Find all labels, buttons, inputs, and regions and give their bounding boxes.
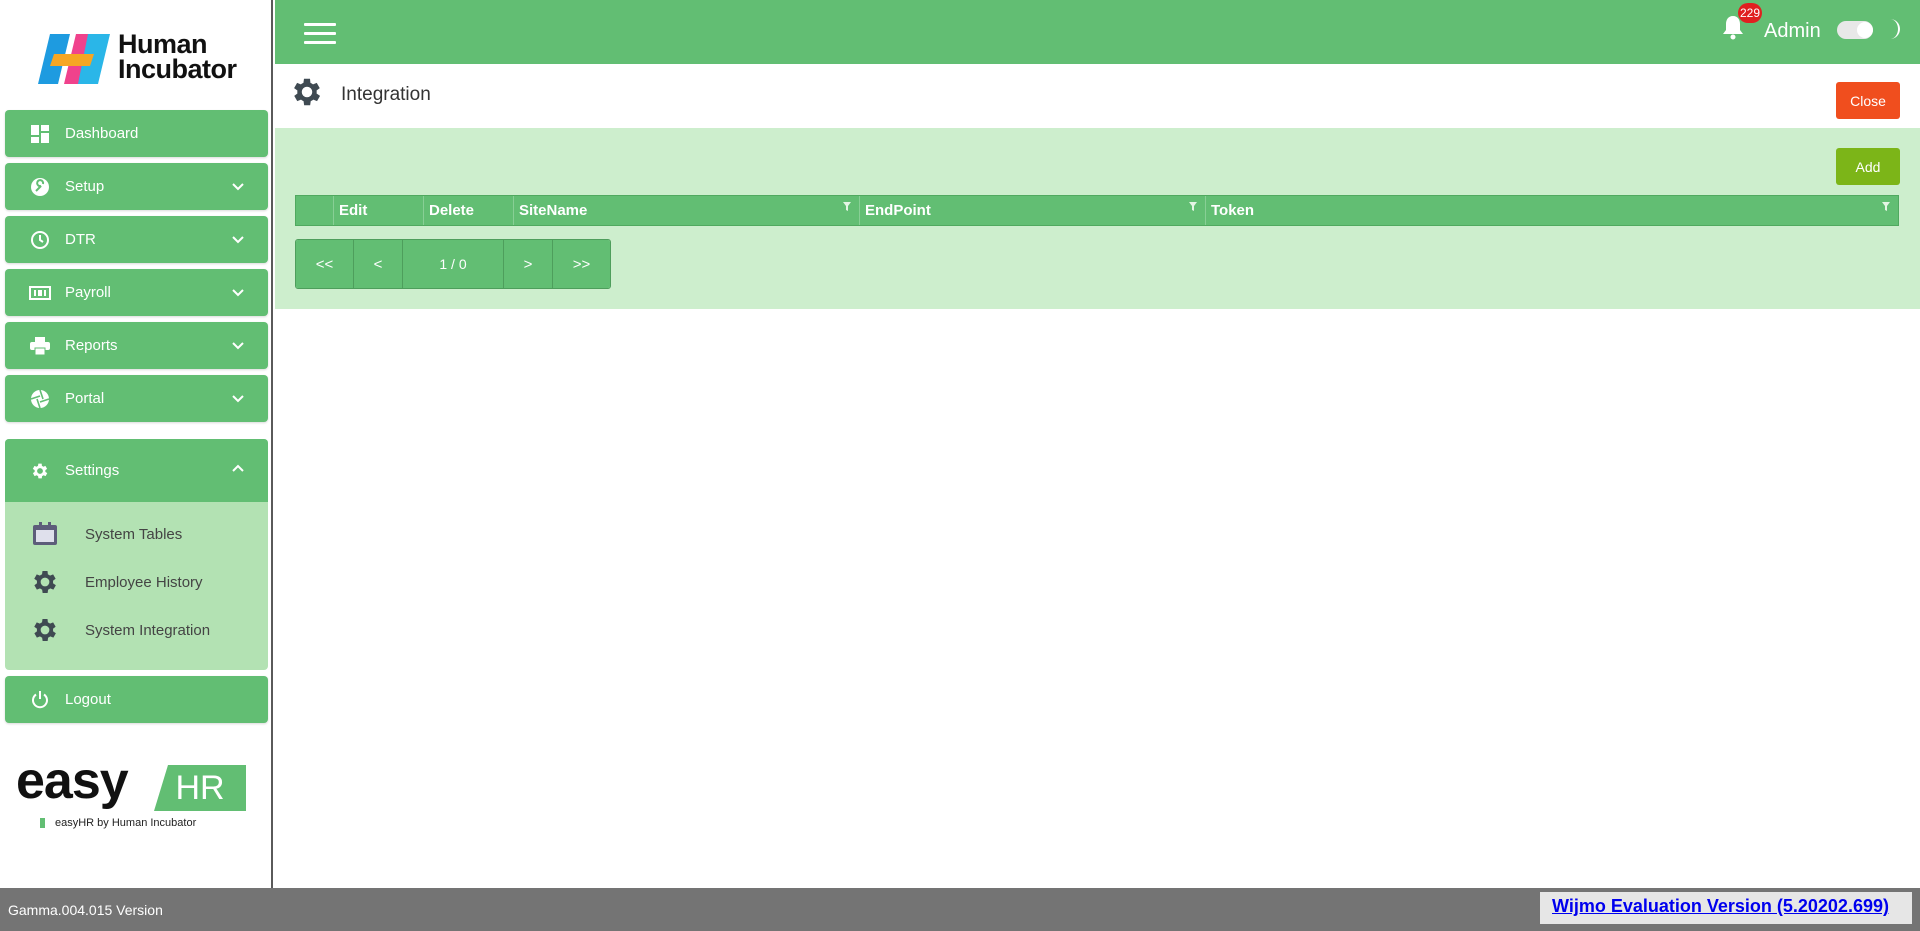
- next-page-label: >: [523, 255, 533, 273]
- gear-icon: [29, 460, 51, 482]
- column-header-sitename[interactable]: SiteName: [514, 196, 860, 225]
- previous-page-label: <: [373, 255, 383, 273]
- logo-mark-icon: [38, 34, 110, 84]
- pager: << < 1 / 0 > >>: [295, 239, 611, 289]
- filter-icon[interactable]: [1189, 202, 1197, 211]
- gear-icon: [294, 78, 321, 106]
- gear-icon: [29, 566, 61, 598]
- page-header: Integration Close: [275, 64, 1920, 128]
- moon-icon: [1890, 19, 1900, 39]
- tagline-bar: [40, 818, 45, 828]
- sidebar-subitem-label: System Tables: [85, 525, 183, 543]
- first-page-label: <<: [315, 255, 334, 273]
- sidebar-subitem-system-tables[interactable]: System Tables: [29, 514, 182, 554]
- aperture-icon: [29, 388, 51, 410]
- last-page-button[interactable]: >>: [553, 240, 610, 288]
- chevron-down-icon: [232, 395, 244, 403]
- dark-mode-toggle[interactable]: [1837, 21, 1873, 39]
- sidebar-item-label: Portal: [65, 390, 105, 407]
- column-header-endpoint[interactable]: EndPoint: [860, 196, 1206, 225]
- power-icon: [29, 689, 51, 711]
- sidebar-item-label: Settings: [65, 462, 120, 479]
- top-bar: 229 Admin: [275, 0, 1920, 64]
- logout-button[interactable]: Logout: [5, 676, 268, 723]
- tagline-text: easyHR by Human Incubator: [55, 817, 197, 829]
- logo-text: Human Incubator: [118, 31, 237, 84]
- sidebar-item-label: Reports: [65, 337, 118, 354]
- sidebar-subitem-label: Employee History: [85, 573, 203, 591]
- gear-icon: [29, 614, 61, 646]
- dashboard-icon: [29, 123, 51, 145]
- chevron-down-icon: [232, 289, 244, 297]
- hr-wordmark: HR: [154, 765, 246, 811]
- sidebar-item-label: Setup: [65, 178, 105, 195]
- row-header-cell: [296, 196, 334, 225]
- logout-label: Logout: [65, 691, 111, 708]
- column-header-delete[interactable]: Delete: [424, 196, 514, 225]
- sidebar-item-dtr[interactable]: DTR: [5, 216, 268, 263]
- add-button[interactable]: Add: [1836, 148, 1900, 185]
- previous-page-button[interactable]: <: [354, 240, 403, 288]
- sidebar-item-label: DTR: [65, 231, 96, 248]
- sidebar-item-portal[interactable]: Portal: [5, 375, 268, 422]
- sidebar-item-payroll[interactable]: Payroll: [5, 269, 268, 316]
- user-name[interactable]: Admin: [1764, 20, 1821, 43]
- logo-text-line2: Incubator: [118, 54, 237, 84]
- next-page-button[interactable]: >: [504, 240, 553, 288]
- chevron-down-icon: [232, 183, 244, 191]
- sidebar-item-dashboard[interactable]: Dashboard: [5, 110, 268, 157]
- sidebar-subitem-system-integration[interactable]: System Integration: [29, 610, 210, 650]
- column-header-label: Token: [1211, 202, 1255, 219]
- version-text: Gamma.004.015 Version: [8, 902, 163, 918]
- calendar-icon: [29, 518, 61, 550]
- human-incubator-logo[interactable]: Human Incubator: [36, 28, 246, 88]
- column-header-label: Edit: [339, 202, 368, 219]
- close-button[interactable]: Close: [1836, 82, 1900, 119]
- sidebar-item-settings[interactable]: Settings: [5, 439, 268, 502]
- sidebar: Human Incubator Dashboard Setup DTR Payr…: [0, 0, 273, 888]
- last-page-label: >>: [572, 255, 591, 273]
- printer-icon: [29, 335, 51, 357]
- wijmo-evaluation-link[interactable]: Wijmo Evaluation Version (5.20202.699): [1540, 892, 1912, 924]
- wrench-icon: [29, 176, 51, 198]
- page-title: Integration: [341, 84, 431, 105]
- sidebar-item-reports[interactable]: Reports: [5, 322, 268, 369]
- column-header-token[interactable]: Token: [1206, 196, 1898, 225]
- filter-icon[interactable]: [843, 202, 851, 211]
- column-header-label: SiteName: [519, 202, 588, 219]
- integration-grid-header: Edit Delete SiteName EndPoint Token: [295, 195, 1899, 226]
- settings-group: Settings System Tables Employee History …: [5, 439, 268, 670]
- money-icon: [29, 282, 51, 304]
- column-header-label: Delete: [429, 202, 475, 219]
- easyhr-logo: easy HR easyHR by Human Incubator: [16, 752, 246, 835]
- sidebar-item-label: Payroll: [65, 284, 111, 301]
- integration-panel: Add Edit Delete SiteName EndPoint Token …: [275, 128, 1920, 309]
- toggle-knob: [1857, 22, 1873, 38]
- column-header-label: EndPoint: [865, 202, 931, 219]
- chevron-up-icon: [232, 464, 244, 472]
- sidebar-item-setup[interactable]: Setup: [5, 163, 268, 210]
- chevron-down-icon: [232, 236, 244, 244]
- chevron-down-icon: [232, 342, 244, 350]
- page-indicator-text: 1 / 0: [439, 256, 467, 272]
- notification-badge: 229: [1738, 3, 1762, 23]
- sidebar-subitem-label: System Integration: [85, 621, 211, 639]
- filter-icon[interactable]: [1882, 202, 1890, 211]
- column-header-edit[interactable]: Edit: [334, 196, 424, 225]
- sidebar-subitem-employee-history[interactable]: Employee History: [29, 562, 203, 602]
- first-page-button[interactable]: <<: [296, 240, 354, 288]
- hamburger-menu-icon[interactable]: [304, 23, 336, 45]
- easy-wordmark: easy: [16, 752, 129, 810]
- easyhr-tagline: easyHR by Human Incubator: [40, 817, 196, 829]
- clock-icon: [29, 229, 51, 251]
- page-indicator: 1 / 0: [403, 240, 504, 288]
- sidebar-item-label: Dashboard: [65, 125, 139, 142]
